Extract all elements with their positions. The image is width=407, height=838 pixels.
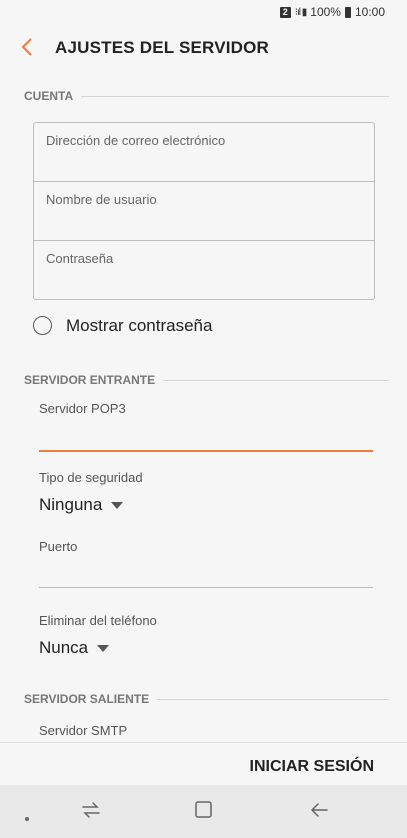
delete-from-phone-dropdown[interactable]: Nunca bbox=[39, 638, 110, 658]
security-type-label: Tipo de seguridad bbox=[39, 470, 143, 485]
section-divider bbox=[157, 698, 389, 700]
username-field[interactable]: Nombre de usuario bbox=[34, 182, 374, 240]
clock: 10:00 bbox=[354, 5, 385, 19]
battery-percent: 100% bbox=[310, 5, 341, 19]
pop3-server-underline bbox=[39, 450, 373, 452]
chevron-left-icon[interactable] bbox=[18, 35, 40, 59]
section-divider bbox=[81, 95, 389, 97]
recent-apps-icon[interactable] bbox=[80, 799, 102, 826]
email-field[interactable]: Dirección de correo electrónico bbox=[34, 123, 374, 181]
delete-from-phone-value: Nunca bbox=[39, 638, 89, 657]
sim-badge: 2 bbox=[279, 6, 291, 18]
port-underline bbox=[39, 587, 373, 588]
security-type-dropdown[interactable]: Ninguna bbox=[39, 495, 124, 515]
account-fields: Dirección de correo electrónico Nombre d… bbox=[33, 122, 375, 300]
page-title: AJUSTES DEL SERVIDOR bbox=[55, 38, 270, 57]
show-password-radio[interactable] bbox=[33, 316, 52, 335]
security-type-value: Ninguna bbox=[39, 495, 103, 514]
show-password-label[interactable]: Mostrar contraseña bbox=[66, 316, 212, 336]
email-placeholder: Dirección de correo electrónico bbox=[46, 133, 226, 148]
pop3-server-input[interactable] bbox=[39, 424, 373, 448]
username-placeholder: Nombre de usuario bbox=[46, 192, 157, 207]
smtp-server-label: Servidor SMTP bbox=[39, 723, 128, 738]
section-account: CUENTA bbox=[24, 89, 389, 103]
status-icons: 2 ⁝ıl ▮ 100% 10:00 bbox=[279, 5, 385, 19]
section-divider bbox=[163, 379, 389, 381]
battery-icon bbox=[344, 6, 351, 18]
section-label: SERVIDOR SALIENTE bbox=[24, 692, 150, 706]
section-incoming: SERVIDOR ENTRANTE bbox=[24, 373, 389, 387]
system-nav-bar bbox=[0, 785, 407, 838]
port-input[interactable] bbox=[39, 561, 373, 585]
pop3-server-label: Servidor POP3 bbox=[39, 401, 126, 416]
port-label: Puerto bbox=[39, 539, 78, 554]
section-label: CUENTA bbox=[24, 89, 74, 103]
password-field[interactable]: Contraseña bbox=[34, 241, 374, 299]
home-icon[interactable] bbox=[194, 799, 214, 826]
caret-down-icon bbox=[97, 645, 110, 653]
app-bar: AJUSTES DEL SERVIDOR bbox=[0, 24, 407, 71]
back-arrow-icon[interactable] bbox=[308, 799, 330, 826]
password-placeholder: Contraseña bbox=[46, 251, 114, 266]
dot-icon bbox=[24, 809, 30, 827]
status-bar: 2 ⁝ıl ▮ 100% 10:00 bbox=[0, 0, 407, 24]
caret-down-icon bbox=[111, 502, 124, 510]
section-label: SERVIDOR ENTRANTE bbox=[24, 373, 156, 387]
delete-from-phone-label: Eliminar del teléfono bbox=[39, 613, 157, 628]
signal-icon: ⁝ıl ▮ bbox=[294, 6, 308, 18]
signin-button[interactable]: INICIAR SESIÓN bbox=[250, 758, 374, 776]
section-outgoing: SERVIDOR SALIENTE bbox=[24, 692, 389, 706]
footer-divider bbox=[0, 742, 407, 743]
